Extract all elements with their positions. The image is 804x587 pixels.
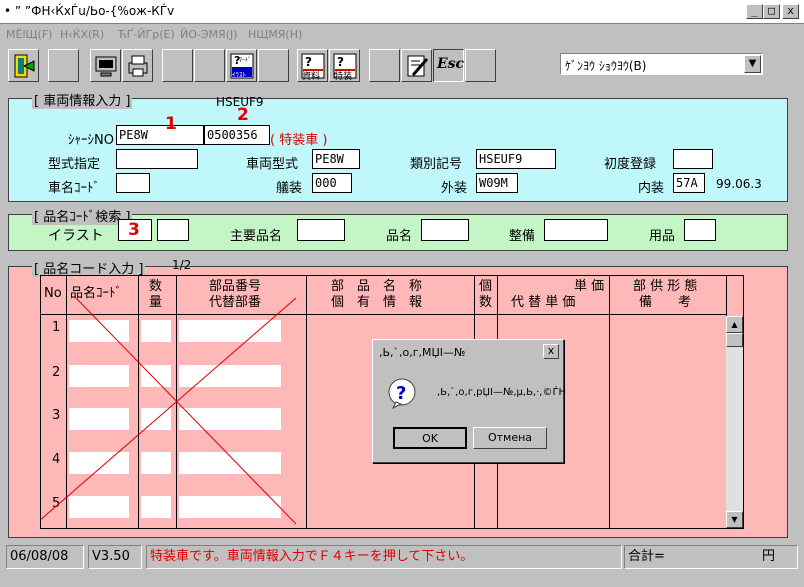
maintenance-label: 整備 <box>509 229 536 244</box>
dialog-message: ,Ь,`,о,г,рЏІ—№,µ,Ь,·,©ЃН <box>437 387 567 398</box>
toolbar-blank-button-3[interactable] <box>194 49 225 82</box>
status-message: 特装車です。車両情報入力でＦ４キーを押して下さい。 <box>146 545 622 569</box>
toolbar-blank-button-6[interactable] <box>465 49 496 82</box>
menu-run[interactable]: Н‹ЌХ(R) <box>60 28 104 41</box>
first-reg-label: 初度登録 <box>604 157 657 172</box>
scroll-down-button[interactable]: ▼ <box>726 511 743 528</box>
dialog-close-button[interactable]: x <box>543 344 559 359</box>
status-version: V3.50 <box>88 545 142 569</box>
material-button[interactable]: ? 資料 <box>297 49 328 82</box>
illust-label: ｲﾗｽﾄ <box>232 71 246 79</box>
chassis-prefix-field[interactable]: PE8W <box>116 125 204 145</box>
name-code-label: 車名ｺｰﾄﾞ <box>48 181 101 196</box>
printer-icon <box>128 55 148 77</box>
toolbar-blank-button-1[interactable] <box>48 49 79 82</box>
screen-button[interactable] <box>90 49 121 82</box>
edit-button[interactable] <box>401 49 432 82</box>
part-input-page: 1/2 <box>172 258 192 272</box>
status-total: 合計= 円 <box>624 545 798 569</box>
usage-combo[interactable]: ｹﾞﾝﾖｳ ｼｮｳﾖｳ(B) ▼ <box>560 53 763 75</box>
question-icon: ? <box>388 378 416 409</box>
menu-edit[interactable]: ЋҐ‐ЙГр(E) <box>118 28 175 41</box>
car-type-field[interactable]: PE8W <box>312 149 360 169</box>
minimize-button[interactable]: _ <box>746 4 763 19</box>
chevron-down-icon[interactable]: ▼ <box>744 55 761 73</box>
major-name-label: 主要品名 <box>230 229 283 244</box>
trim-label: 艤装 <box>276 181 303 196</box>
exterior-field[interactable]: W09M <box>476 173 518 193</box>
status-bar: 06/08/08 V3.50 特装車です。車両情報入力でＦ４キーを押して下さい。… <box>0 543 804 587</box>
part-name-field[interactable] <box>421 219 469 241</box>
chassis-label: ｼｬｰｼNO <box>68 133 114 148</box>
goods-label: 用品 <box>649 229 676 244</box>
grid-scrollbar[interactable]: ▲ ▼ <box>726 316 743 528</box>
menu-bar: MЁlЩ(F) Н‹ЌХ(R) ЋҐ‐ЙГр(E) ЙО-ЭМЯ(J) НЩМЯ… <box>0 26 804 43</box>
class-field[interactable]: HSEUF9 <box>476 149 556 169</box>
monitor-icon <box>95 56 117 77</box>
usage-combo-value: ｹﾞﾝﾖｳ ｼｮｳﾖｳ(B) <box>565 59 647 73</box>
goods-field[interactable] <box>684 219 716 241</box>
menu-help[interactable]: НЩМЯ(H) <box>248 28 302 41</box>
svg-text:?: ? <box>396 383 406 404</box>
svg-text:?: ? <box>305 55 312 69</box>
trim-field[interactable]: 000 <box>312 173 352 193</box>
part-name-label: 品名 <box>386 229 413 244</box>
name-code-field[interactable] <box>116 173 150 193</box>
esc-button[interactable]: Esc <box>433 49 464 82</box>
dialog-ok-button[interactable]: OK <box>393 427 467 449</box>
mark-illust-button[interactable]: ? ﾏｰﾄﾞ ｲﾗｽﾄ <box>226 49 257 82</box>
esc-label: Esc <box>437 56 465 72</box>
interior-label: 内装 <box>638 181 665 196</box>
special-label: 特装 <box>334 72 353 82</box>
marker-2: 2 <box>237 105 249 125</box>
door-exit-icon <box>14 54 35 78</box>
model-label: 型式指定 <box>48 157 101 172</box>
toolbar-blank-button-2[interactable] <box>162 49 193 82</box>
maximize-button[interactable]: □ <box>763 4 780 19</box>
menu-file[interactable]: MЁlЩ(F) <box>6 28 52 41</box>
toolbar-blank-button-4[interactable] <box>258 49 289 82</box>
interior-field[interactable]: 57A <box>673 173 705 193</box>
mark-label: ﾏｰﾄﾞ <box>239 57 252 64</box>
class-label: 類別記号 <box>410 157 463 172</box>
status-currency: 円 <box>761 549 775 564</box>
maintenance-field[interactable] <box>544 219 608 241</box>
chassis-number-field[interactable]: 0500356 <box>204 125 270 145</box>
window-title: • ” ”ФН‹ЌхЃu/Ьо-{%ож-КЃv <box>4 4 175 18</box>
vehicle-info-legend: [ 車両情報入力 ] <box>32 90 133 109</box>
pencil-note-icon <box>407 55 429 77</box>
marker-1: 1 <box>165 114 177 134</box>
marker-3: 3 <box>128 220 140 240</box>
confirm-dialog: ,Ь,`,о,г,МЏІ—№ x ? ,Ь,`,о,г,рЏІ—№,µ,Ь,·,… <box>372 339 567 463</box>
menu-jump[interactable]: ЙО-ЭМЯ(J) <box>180 28 238 41</box>
exterior-label: 外装 <box>441 181 468 196</box>
toolbar-blank-button-5[interactable] <box>369 49 400 82</box>
dialog-title: ,Ь,`,о,г,МЏІ—№ <box>379 346 466 359</box>
status-total-label: 合計= <box>628 549 665 564</box>
material-label: 資料 <box>302 72 321 82</box>
scroll-thumb[interactable] <box>726 333 743 347</box>
illust-sub-field[interactable] <box>157 219 189 241</box>
special-vehicle-note: ( 特装車 ) <box>270 133 328 148</box>
illust-search-label: イラスト <box>48 228 104 244</box>
title-bar: • ” ”ФН‹ЌхЃu/Ьо-{%ож-КЃv _ □ x <box>0 0 804 24</box>
print-button[interactable] <box>122 49 153 82</box>
major-name-field[interactable] <box>297 219 345 241</box>
special-button[interactable]: ? 特装 <box>329 49 360 82</box>
scroll-up-button[interactable]: ▲ <box>726 316 743 333</box>
model-field[interactable] <box>116 149 198 169</box>
svg-text:?: ? <box>337 55 344 69</box>
car-type-label: 車両型式 <box>246 157 299 172</box>
first-reg-field[interactable] <box>673 149 713 169</box>
close-button[interactable]: x <box>782 4 799 19</box>
status-date: 06/08/08 <box>6 545 84 569</box>
vehicle-date: 99.06.3 <box>716 177 762 191</box>
dialog-cancel-button[interactable]: Отмена <box>473 427 547 449</box>
exit-button[interactable] <box>8 49 39 82</box>
